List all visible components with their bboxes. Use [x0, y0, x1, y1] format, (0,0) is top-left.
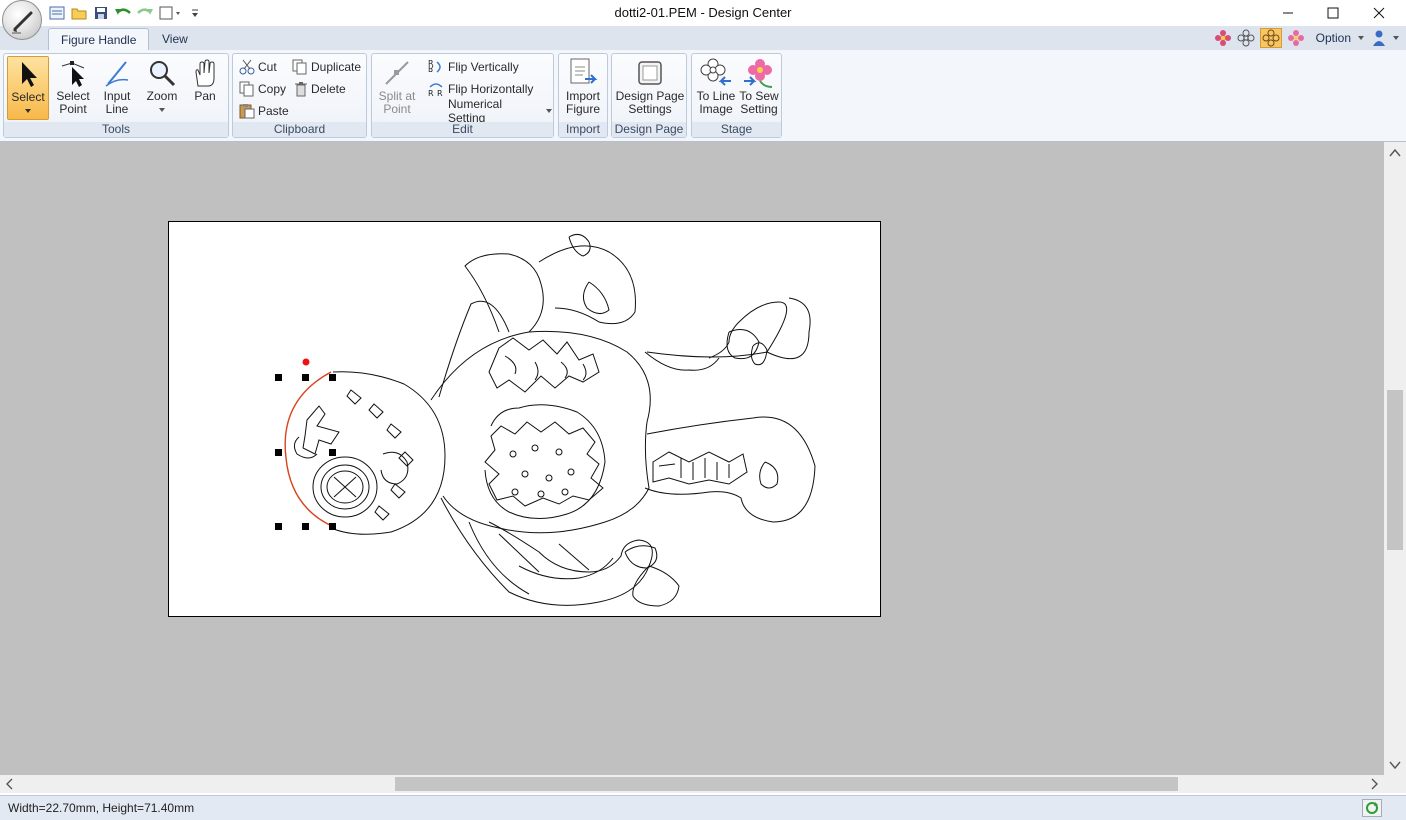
svg-text:R: R [428, 89, 434, 98]
rotation-handle [302, 358, 310, 366]
import-group: Import Figure Import [558, 53, 608, 138]
x-eye [302, 405, 340, 455]
chevron-down-icon[interactable] [1392, 33, 1400, 43]
select-button[interactable]: Select [7, 56, 49, 120]
close-button[interactable] [1356, 0, 1402, 26]
title-bar: dotti2-01.PEM - Design Center [0, 0, 1406, 40]
clipboard-group: Cut Duplicate Copy Delete Paste Clipboar… [232, 53, 367, 138]
numerical-setting-button[interactable]: Numerical Setting [448, 97, 553, 125]
design-page[interactable] [168, 221, 881, 617]
flip-vertically-button[interactable]: RR Flip Vertically [427, 58, 519, 76]
flower-line-icon[interactable] [1259, 28, 1282, 48]
import-figure-icon [570, 58, 598, 84]
delete-button[interactable]: Delete [294, 80, 346, 98]
arrow-cursor-icon [22, 62, 37, 87]
status-text: Width=22.70mm, Height=71.40mm [8, 801, 195, 815]
horizontal-scrollbar[interactable] [0, 775, 1384, 793]
close-icon [1373, 7, 1385, 19]
flip-vertical-icon: RR [428, 59, 441, 73]
cut-button[interactable]: Cut [239, 58, 277, 76]
zoom-button[interactable]: Zoom [141, 56, 183, 120]
flower-outline-icon[interactable] [1237, 29, 1255, 47]
duplicate-icon [292, 59, 307, 75]
scissors-icon [239, 59, 255, 75]
horizontal-scrollbar-graphic [6, 777, 1378, 791]
vertical-scrollbar[interactable] [1384, 142, 1406, 775]
chevron-down-icon [25, 109, 31, 113]
tools-group: Select Select Point Input Line Zoom Pan … [3, 53, 229, 138]
user-icon[interactable] [1371, 29, 1387, 47]
design-page-group: Design Page Settings Design Page [611, 53, 687, 138]
copy-button[interactable]: Copy [239, 80, 286, 98]
tab-view[interactable]: View [150, 28, 200, 50]
import-figure-button[interactable]: Import Figure [561, 56, 605, 120]
ribbon-tab-row: Figure Handle View Option [0, 26, 1406, 50]
select-point-icon [61, 61, 85, 87]
to-sew-setting-button[interactable]: To Sew Setting [738, 56, 780, 120]
refresh-icon [1366, 802, 1378, 814]
clipboard-group-label: Clipboard [233, 122, 366, 137]
magnifier-icon [150, 61, 176, 87]
edit-group-label: Edit [372, 122, 553, 137]
split-point-icon [385, 61, 409, 85]
application-menu-button[interactable] [2, 0, 42, 40]
paste-button[interactable]: Paste [239, 102, 289, 120]
svg-text:R: R [437, 89, 443, 98]
split-at-point-button[interactable]: Split at Point [375, 56, 419, 120]
chevron-down-icon [546, 109, 553, 113]
page-settings-icon [638, 61, 662, 85]
flower-color-icon[interactable] [1214, 29, 1232, 47]
delete-icon [295, 82, 307, 97]
maximize-icon [1327, 7, 1339, 19]
copy-icon [239, 81, 254, 97]
vertical-scrollbar-graphic [1387, 148, 1403, 770]
pen-icon [12, 11, 33, 34]
ribbon: Select Select Point Input Line Zoom Pan … [0, 50, 1406, 142]
voodoo-doll-figure[interactable] [169, 222, 882, 618]
paste-icon [239, 104, 255, 119]
minimize-icon [1283, 12, 1293, 14]
design-page-group-label: Design Page [612, 122, 686, 137]
select-point-button[interactable]: Select Point [52, 56, 94, 120]
selected-curve [284, 371, 335, 528]
to-line-image-button[interactable]: To Line Image [694, 56, 738, 120]
right-toolbar: Option [1214, 28, 1400, 48]
flower-sew-icon [744, 59, 773, 88]
window-title: dotti2-01.PEM - Design Center [614, 5, 792, 20]
import-group-label: Import [559, 122, 607, 137]
svg-text:R: R [428, 64, 434, 73]
maximize-button[interactable] [1310, 0, 1356, 26]
input-line-button[interactable]: Input Line [96, 56, 138, 120]
tools-group-label: Tools [4, 122, 228, 137]
chevron-down-icon [159, 108, 165, 112]
design-workspace[interactable] [0, 142, 1384, 775]
stage-group: To Line Image To Sew Setting Stage [691, 53, 782, 138]
duplicate-button[interactable]: Duplicate [292, 58, 361, 76]
flower-line-icon [700, 58, 731, 86]
minimize-button[interactable] [1265, 0, 1311, 26]
tab-figure-handle[interactable]: Figure Handle [48, 28, 150, 50]
design-page-settings-button[interactable]: Design Page Settings [615, 56, 685, 120]
flip-horizontal-icon: RR [428, 83, 443, 98]
chevron-down-icon[interactable] [1356, 33, 1366, 43]
scroll-corner [1384, 775, 1406, 793]
status-refresh-button[interactable] [1362, 799, 1382, 817]
flip-horizontally-button[interactable]: RR Flip Horizontally [427, 80, 533, 98]
status-bar: Width=22.70mm, Height=71.40mm [0, 795, 1406, 820]
pan-button[interactable]: Pan [185, 56, 225, 120]
hand-icon [195, 59, 215, 87]
option-menu[interactable]: Option [1316, 31, 1351, 45]
line-pen-icon [105, 61, 129, 87]
flower-sew-icon[interactable] [1287, 29, 1305, 47]
stage-group-label: Stage [692, 122, 781, 137]
edit-group: Split at Point RR Flip Vertically RR Fli… [371, 53, 554, 138]
